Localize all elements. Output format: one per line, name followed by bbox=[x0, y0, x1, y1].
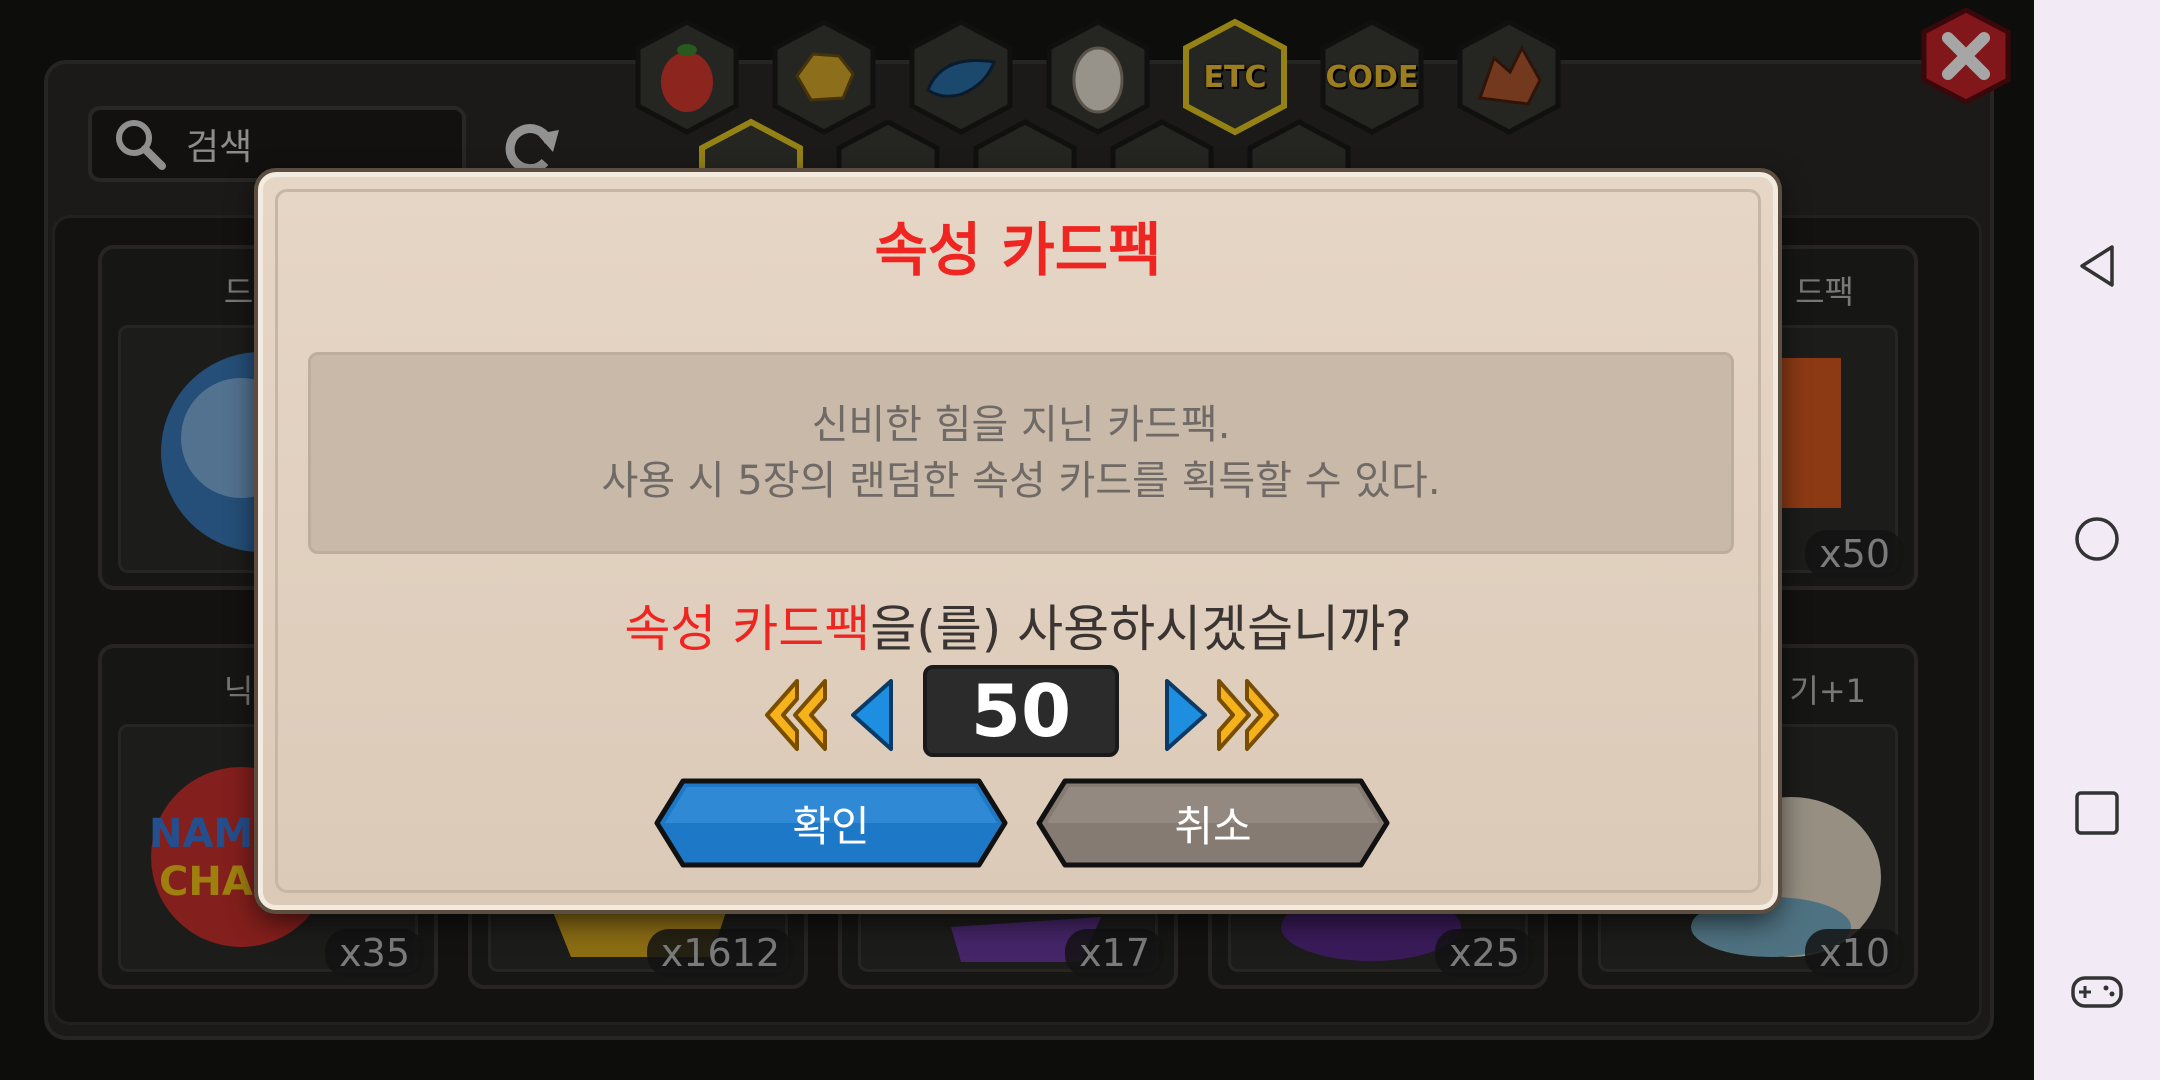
increase-max-button[interactable] bbox=[1213, 675, 1283, 755]
dialog-title: 속성 카드팩 bbox=[874, 216, 1162, 284]
right-arrow-icon bbox=[1165, 679, 1207, 751]
decrease-button[interactable] bbox=[841, 675, 911, 755]
cancel-button[interactable]: 취소 bbox=[1035, 777, 1391, 869]
back-button[interactable] bbox=[2067, 236, 2127, 296]
cancel-button-label: 취소 bbox=[1174, 801, 1252, 851]
gamepad-icon bbox=[2071, 976, 2123, 1008]
double-right-arrow-icon bbox=[1217, 679, 1279, 751]
recents-icon bbox=[2075, 791, 2119, 835]
use-item-dialog: 속성 카드팩 신비한 힘을 지닌 카드팩. 사용 시 5장의 랜덤한 속성 카드… bbox=[258, 172, 1778, 910]
confirm-button-label: 확인 bbox=[792, 801, 870, 851]
confirm-button[interactable]: 확인 bbox=[653, 777, 1009, 869]
game-view: 검색 ETC CODE 드팩 x50 NAM CHA x35 x1612 x17… bbox=[0, 0, 2034, 1080]
double-left-arrow-icon bbox=[765, 679, 827, 751]
quantity-selector: 50 bbox=[263, 665, 1773, 765]
back-icon bbox=[2080, 245, 2114, 287]
recents-button[interactable] bbox=[2067, 783, 2127, 843]
item-description: 신비한 힘을 지닌 카드팩. 사용 시 5장의 랜덤한 속성 카드를 획득할 수… bbox=[308, 352, 1734, 554]
description-line-1: 신비한 힘을 지닌 카드팩. bbox=[811, 402, 1231, 448]
confirm-question: 속성 카드팩을(를) 사용하시겠습니까? bbox=[263, 589, 1773, 661]
screen: 검색 ETC CODE 드팩 x50 NAM CHA x35 x1612 x17… bbox=[0, 0, 2160, 1080]
quantity-value: 50 bbox=[923, 665, 1119, 757]
decrease-max-button[interactable] bbox=[761, 675, 831, 755]
home-button[interactable] bbox=[2067, 509, 2127, 569]
home-icon bbox=[2075, 517, 2119, 561]
question-item-name: 속성 카드팩 bbox=[624, 600, 871, 658]
game-controller-button[interactable] bbox=[2067, 962, 2127, 1022]
question-text: 을(를) 사용하시겠습니까? bbox=[870, 600, 1412, 658]
increase-button[interactable] bbox=[1147, 675, 1217, 755]
system-navigation-bar bbox=[2034, 0, 2160, 1080]
description-line-2: 사용 시 5장의 랜덤한 속성 카드를 획득할 수 있다. bbox=[601, 458, 1441, 504]
left-arrow-icon bbox=[851, 679, 893, 751]
